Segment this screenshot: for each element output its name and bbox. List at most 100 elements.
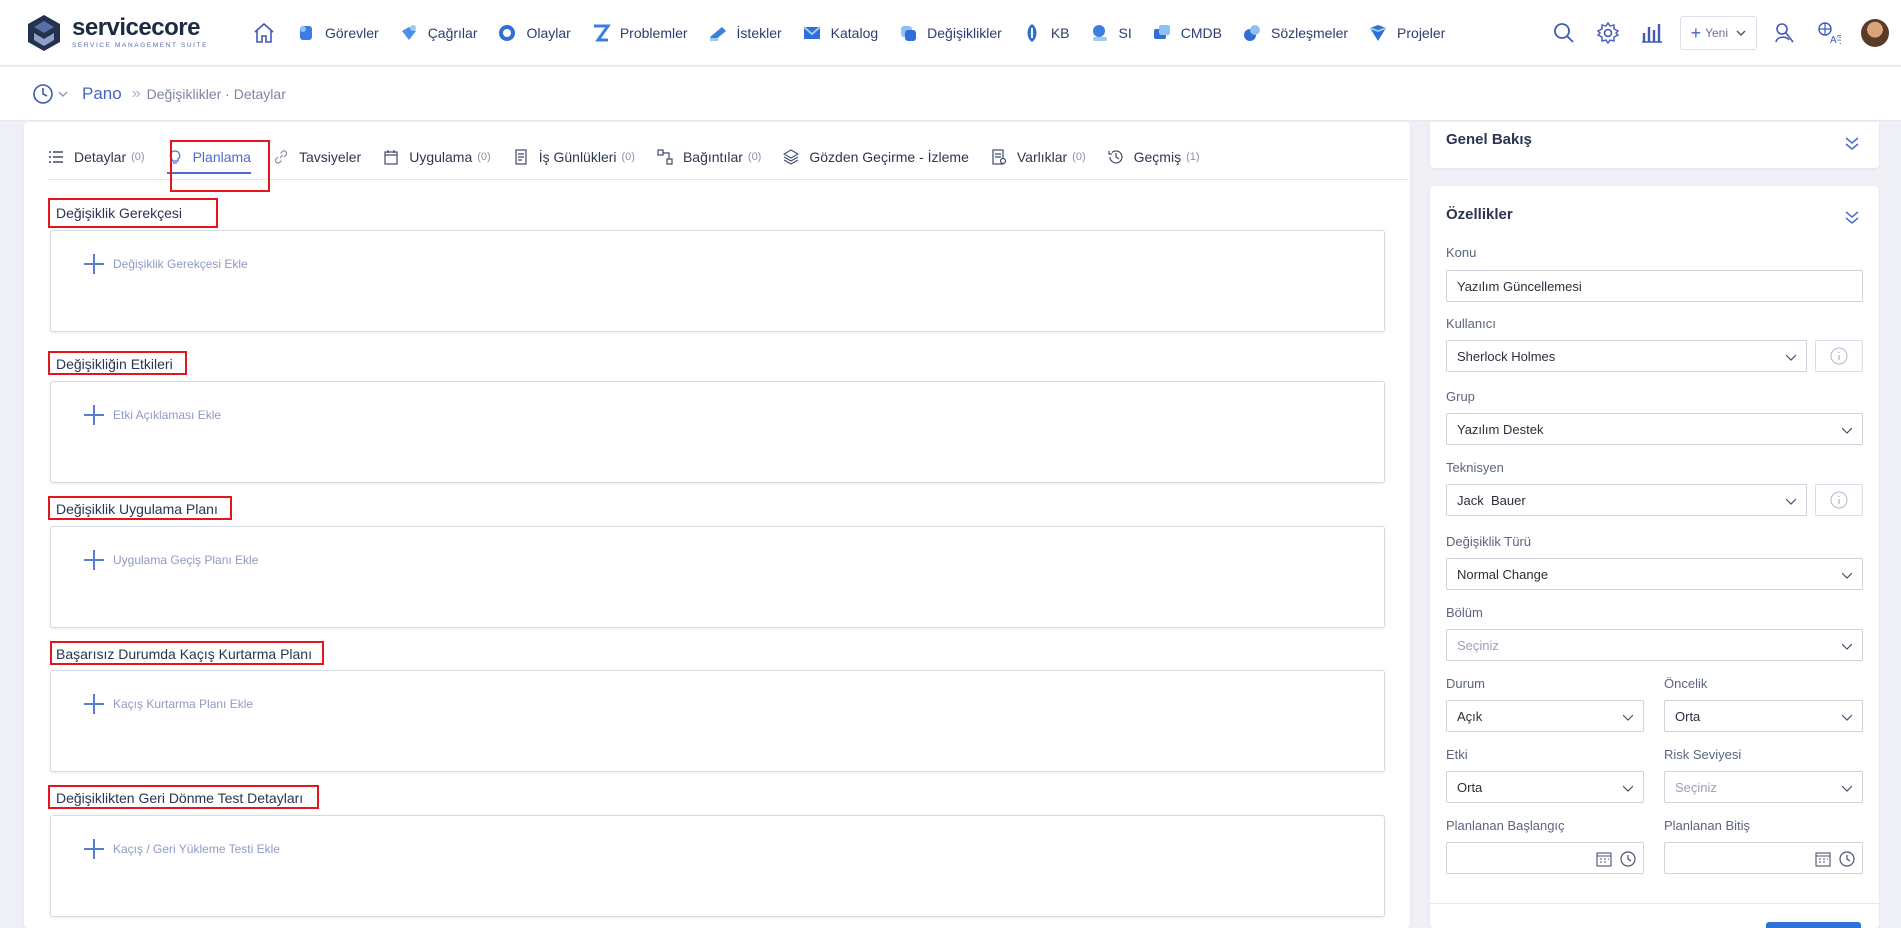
- nav-item-cmdb[interactable]: CMDB: [1142, 0, 1232, 66]
- nav-label: Olaylar: [526, 24, 571, 41]
- nav-item-cagrilar[interactable]: Çağrılar: [389, 0, 488, 66]
- calendar-icon[interactable]: [1595, 850, 1613, 868]
- tab-varliklar[interactable]: Varlıklar (0): [991, 134, 1086, 180]
- tab-gozden-gecirme[interactable]: Gözden Geçirme - İzleme: [783, 134, 969, 180]
- tab-label: Varlıklar: [1016, 148, 1068, 165]
- catalog-icon: [803, 25, 821, 39]
- field-label: Risk Seviyesi: [1664, 747, 1742, 762]
- nav-item-istekler[interactable]: İstekler: [698, 0, 792, 66]
- section-title: Değişikliğin Etkileri: [56, 356, 173, 372]
- chevron-down-icon: [1842, 427, 1852, 434]
- avatar[interactable]: [1861, 19, 1889, 47]
- settings-button[interactable]: [1586, 11, 1630, 55]
- divider: [1430, 903, 1879, 904]
- tab-gecmis[interactable]: Geçmiş (1): [1108, 134, 1200, 180]
- nav-label: Sözleşmeler: [1271, 24, 1349, 41]
- si-icon: [1092, 24, 1107, 41]
- technician-info-button[interactable]: [1815, 484, 1863, 516]
- tab-count: (0): [621, 150, 635, 163]
- chevron-down-icon: [58, 91, 68, 97]
- add-reason-link[interactable]: Değişiklik Gerekçesi Ekle: [83, 253, 248, 275]
- tab-label: Tavsiyeler: [298, 148, 362, 165]
- nav-home[interactable]: [248, 0, 286, 66]
- subject-field[interactable]: Yazılım Güncellemesi: [1446, 270, 1863, 302]
- history-button[interactable]: [32, 83, 68, 105]
- tab-tavsiyeler[interactable]: Tavsiyeler: [273, 134, 361, 180]
- nav-item-si[interactable]: SI: [1080, 0, 1142, 66]
- list-icon: [49, 150, 63, 163]
- layers-icon: [783, 148, 800, 165]
- plus-icon: [83, 838, 105, 860]
- nav-item-kb[interactable]: KB: [1012, 0, 1080, 66]
- new-button[interactable]: + Yeni: [1679, 16, 1757, 50]
- section-panel: Değişiklik Gerekçesi Ekle: [50, 230, 1385, 332]
- language-button[interactable]: A字: [1807, 11, 1851, 55]
- incidents-icon: [499, 24, 516, 41]
- clock-icon[interactable]: [1838, 850, 1856, 868]
- reports-button[interactable]: [1630, 11, 1674, 55]
- nav-item-sozlesmeler[interactable]: Sözleşmeler: [1232, 0, 1358, 66]
- tab-label: Planlama: [192, 148, 251, 165]
- add-implementation-plan-link[interactable]: Uygulama Geçiş Planı Ekle: [83, 549, 258, 571]
- add-impact-link[interactable]: Etki Açıklaması Ekle: [83, 404, 221, 426]
- add-link-label: Etki Açıklaması Ekle: [113, 408, 222, 422]
- tab-uygulama[interactable]: Uygulama (0): [383, 134, 491, 180]
- requests-icon: [709, 26, 726, 41]
- planned-start-field[interactable]: [1446, 842, 1644, 874]
- technician-select-value: Jack Bauer: [1457, 492, 1526, 508]
- tab-bagintilar[interactable]: Bağıntılar (0): [657, 134, 761, 180]
- tab-detaylar[interactable]: Detaylar (0): [48, 134, 145, 180]
- field-label: Bölüm: [1446, 605, 1483, 620]
- save-button[interactable]: [1766, 922, 1861, 928]
- calendar-icon[interactable]: [1814, 850, 1832, 868]
- department-placeholder: Seçiniz: [1457, 637, 1499, 653]
- group-select[interactable]: Yazılım Destek: [1446, 413, 1863, 445]
- tab-is-gunlukleri[interactable]: İş Günlükleri (0): [513, 134, 635, 180]
- section-title: Başarısız Durumda Kaçış Kurtarma Planı: [56, 646, 312, 662]
- nav-item-gorevler[interactable]: Görevler: [286, 0, 389, 66]
- nav-item-olaylar[interactable]: Olaylar: [487, 0, 580, 66]
- planned-end-field[interactable]: [1664, 842, 1863, 874]
- chevron-down-icon: [1842, 785, 1852, 792]
- breadcrumb-root[interactable]: Pano: [82, 84, 122, 104]
- nav-item-degisiklikler[interactable]: Değişiklikler: [888, 0, 1012, 66]
- status-value: Açık: [1457, 708, 1483, 724]
- risk-level-select[interactable]: Seçiniz: [1664, 771, 1863, 803]
- plus-icon: [83, 253, 105, 275]
- field-label: Durum: [1446, 676, 1486, 691]
- impact-select[interactable]: Orta: [1446, 771, 1644, 803]
- add-rollback-test-link[interactable]: Kaçış / Geri Yükleme Testi Ekle: [83, 838, 280, 860]
- section-title: Değişiklik Gerekçesi: [56, 205, 183, 221]
- gear-icon: [1596, 21, 1619, 45]
- user-info-button[interactable]: [1815, 340, 1863, 372]
- nav-item-projeler[interactable]: Projeler: [1358, 0, 1455, 66]
- tab-count: (0): [1072, 150, 1086, 163]
- section-title: Değişiklik Uygulama Planı: [56, 501, 218, 517]
- priority-select[interactable]: Orta: [1664, 700, 1863, 732]
- user-select[interactable]: Sherlock Holmes: [1446, 340, 1807, 372]
- search-button[interactable]: [1542, 11, 1586, 55]
- breadcrumb-path[interactable]: Değişiklikler · Detaylar: [147, 86, 286, 102]
- nav-item-katalog[interactable]: Katalog: [792, 0, 888, 66]
- status-select[interactable]: Açık: [1446, 700, 1644, 732]
- clock-icon[interactable]: [1619, 850, 1637, 868]
- tab-planlama[interactable]: Planlama: [166, 134, 252, 180]
- change-type-select[interactable]: Normal Change: [1446, 558, 1863, 590]
- group-select-value: Yazılım Destek: [1457, 421, 1544, 437]
- chevron-down-icon: [1786, 354, 1796, 361]
- impact-value: Orta: [1457, 779, 1483, 795]
- field-label: Teknisyen: [1446, 460, 1504, 475]
- tab-label: İş Günlükleri: [538, 148, 617, 165]
- user-search-button[interactable]: [1763, 11, 1807, 55]
- tab-label: Gözden Geçirme - İzleme: [809, 148, 969, 165]
- technician-select[interactable]: Jack Bauer: [1446, 484, 1807, 516]
- field-label: Etki: [1446, 747, 1468, 762]
- logo[interactable]: servicecore SERVICE MANAGEMENT SUITE: [24, 13, 224, 53]
- double-chevron-down-icon[interactable]: [1843, 134, 1861, 152]
- risk-placeholder: Seçiniz: [1675, 779, 1717, 795]
- add-rollback-plan-link[interactable]: Kaçış Kurtarma Planı Ekle: [83, 693, 253, 715]
- nav-item-problemler[interactable]: Problemler: [581, 0, 698, 66]
- double-chevron-down-icon[interactable]: [1843, 208, 1861, 226]
- department-select[interactable]: Seçiniz: [1446, 629, 1863, 661]
- home-icon: [254, 22, 274, 43]
